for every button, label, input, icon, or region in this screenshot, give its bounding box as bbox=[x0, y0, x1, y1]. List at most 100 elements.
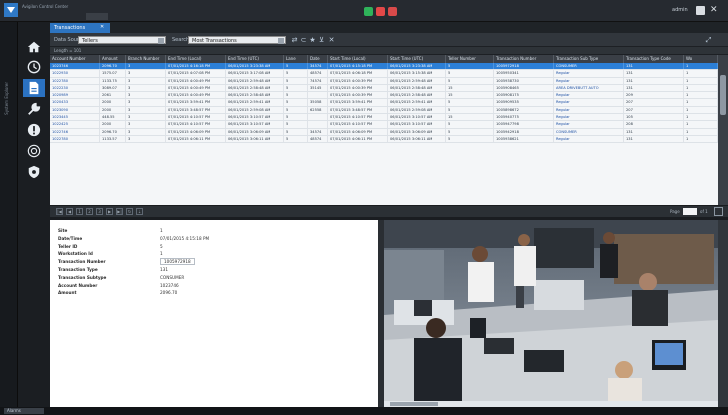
star-icon[interactable]: ★ bbox=[309, 37, 316, 44]
pager-button[interactable]: ▶| bbox=[116, 208, 123, 215]
column-header[interactable]: Amount bbox=[100, 55, 126, 63]
home-icon[interactable] bbox=[23, 38, 45, 56]
pager-button[interactable]: ◀ bbox=[66, 208, 73, 215]
table-cell: 5 bbox=[284, 92, 308, 99]
table-row[interactable]: 1022930 1575.07 3 07/01/2015 4:07:08 PM 06/0… bbox=[50, 70, 718, 78]
link-icon[interactable]: ⊂ bbox=[300, 37, 307, 44]
system-explorer-sidebar[interactable]: System Explorer bbox=[0, 22, 18, 407]
pager-button[interactable]: 3 bbox=[96, 208, 103, 215]
page-number-input[interactable] bbox=[683, 208, 697, 215]
column-header[interactable]: Transaction Sub Type bbox=[554, 55, 624, 63]
detail-row: Amount 2096.70 bbox=[58, 290, 370, 298]
expand-icon[interactable]: ⤢ bbox=[705, 37, 712, 44]
grid-scrollbar[interactable] bbox=[718, 55, 728, 205]
table-row[interactable]: 1022780 1133.75 3 07/01/2015 4:00:49 PM 06/0… bbox=[50, 77, 718, 85]
status-ok-icon[interactable] bbox=[364, 7, 373, 16]
pager-button[interactable]: ▶ bbox=[106, 208, 113, 215]
chevron-down-icon[interactable] bbox=[158, 38, 164, 44]
column-header[interactable]: Account Number bbox=[50, 55, 100, 63]
table-cell: 5 bbox=[284, 84, 308, 92]
document-tab-icon[interactable] bbox=[86, 13, 108, 20]
detail-label: Amount bbox=[58, 290, 77, 296]
sidebar-label[interactable]: System Explorer bbox=[4, 82, 9, 115]
alarms-tab[interactable]: Alarms bbox=[4, 408, 44, 414]
title-bar: Avigilon Control Center admin ✕ bbox=[0, 0, 728, 22]
table-cell: 5 bbox=[446, 121, 494, 128]
table-cell: Regular bbox=[554, 92, 624, 99]
tools-icon[interactable] bbox=[23, 100, 45, 118]
camera-scroll-thumb[interactable] bbox=[390, 402, 438, 406]
column-header[interactable]: Lane bbox=[284, 55, 308, 63]
camera-icon[interactable] bbox=[23, 142, 45, 160]
detail-value[interactable]: 1005972918 bbox=[160, 258, 195, 266]
pager-button[interactable]: ↻ bbox=[126, 208, 133, 215]
pager-button[interactable]: 1 bbox=[76, 208, 83, 215]
detail-row: Workstation Id 1 bbox=[58, 251, 370, 259]
tab-strip: Transactions ✕ bbox=[50, 22, 728, 33]
table-cell: 1575.07 bbox=[100, 70, 126, 77]
pager-button[interactable]: |◀ bbox=[56, 208, 63, 215]
table-row[interactable]: 1020433 2000 3 07/01/2015 3:59:41 PM 06/01/2… bbox=[50, 99, 718, 107]
column-header[interactable]: Wo bbox=[684, 55, 718, 63]
export-icon[interactable]: ⇄ bbox=[291, 37, 298, 44]
detail-label: Transaction Number bbox=[58, 259, 106, 265]
table-row[interactable]: 1022230 3089.07 3 07/01/2015 4:00:49 PM 06/0… bbox=[50, 84, 718, 93]
column-header[interactable]: Transaction Number bbox=[494, 55, 554, 63]
column-header[interactable]: End Time (Local) bbox=[166, 55, 226, 63]
chevron-down-icon[interactable] bbox=[278, 38, 284, 44]
alert-icon[interactable] bbox=[23, 121, 45, 139]
data-source-select[interactable]: Tellers bbox=[78, 36, 166, 44]
camera-video-view[interactable] bbox=[384, 220, 718, 407]
column-header[interactable]: Start Time (Local) bbox=[328, 55, 388, 63]
clear-filter-icon[interactable]: ✕ bbox=[328, 37, 335, 44]
table-cell: 5 bbox=[284, 128, 308, 135]
pager-button[interactable]: ⇣ bbox=[136, 208, 143, 215]
tab-close-icon[interactable]: ✕ bbox=[100, 24, 104, 30]
column-header[interactable]: Date bbox=[308, 55, 328, 63]
transaction-grid[interactable]: Account Number Amount Branch Number End Tim… bbox=[50, 55, 718, 205]
table-cell: 1 bbox=[684, 77, 718, 84]
column-header[interactable]: End Time (UTC) bbox=[226, 55, 284, 63]
table-row[interactable]: 1023445 448.55 3 07/01/2015 4:10:57 PM 06/01… bbox=[50, 114, 718, 122]
table-row[interactable]: 1020989 2061 3 07/01/2015 4:00:49 PM 06/01/2… bbox=[50, 92, 718, 100]
document-icon[interactable] bbox=[23, 79, 45, 97]
table-cell: 07/01/2015 4:00:39 PM bbox=[328, 84, 388, 92]
detail-row: Transaction Type 131 bbox=[58, 267, 370, 275]
table-cell: 131 bbox=[624, 128, 684, 135]
status-alarm-icon[interactable] bbox=[376, 7, 385, 16]
table-cell: 62558 bbox=[308, 106, 328, 114]
table-row[interactable]: 1023090 2000 3 07/01/2015 3:48:57 PM 06/01/2… bbox=[50, 106, 718, 115]
shield-icon[interactable] bbox=[23, 163, 45, 181]
table-cell: 07/01/2015 4:06:11 PM bbox=[328, 135, 388, 143]
main-panel: Transactions ✕ Data Source Tellers Searc… bbox=[50, 22, 728, 407]
scrollbar-thumb[interactable] bbox=[720, 75, 726, 115]
table-cell: 1005947798 bbox=[494, 121, 554, 128]
table-cell: 5 bbox=[284, 63, 308, 70]
filter-icon[interactable]: ⊻ bbox=[318, 37, 325, 44]
table-row[interactable]: 1022780 1133.57 3 07/01/2015 4:06:11 PM 06/0… bbox=[50, 135, 718, 144]
column-header[interactable]: Branch Number bbox=[126, 55, 166, 63]
table-cell: 5 bbox=[284, 135, 308, 143]
status-warning-icon[interactable] bbox=[388, 7, 397, 16]
search-label: Search bbox=[172, 37, 190, 43]
user-name[interactable]: admin bbox=[672, 7, 688, 13]
settings-icon[interactable] bbox=[696, 6, 705, 15]
clock-icon[interactable] bbox=[23, 58, 45, 76]
detail-value: 1023746 bbox=[160, 282, 179, 288]
search-select[interactable]: Most Transactions bbox=[188, 36, 286, 44]
column-header[interactable]: Start Time (UTC) bbox=[388, 55, 446, 63]
detail-toggle-icon[interactable] bbox=[714, 207, 723, 216]
table-cell: 06/01/2015 2:59:48 AM bbox=[226, 77, 284, 84]
table-cell: 1005938730 bbox=[494, 77, 554, 84]
table-cell: 07/01/2015 4:00:49 PM bbox=[166, 84, 226, 92]
table-row[interactable]: 1022425 2000 3 07/01/2015 4:10:57 PM 06/01/2… bbox=[50, 121, 718, 129]
table-cell: 06/01/2015 2:59:41 AM bbox=[226, 99, 284, 106]
table-cell: Regular bbox=[554, 106, 624, 114]
close-icon[interactable]: ✕ bbox=[710, 6, 719, 15]
table-cell: 105 bbox=[624, 114, 684, 121]
column-header[interactable]: Teller Number bbox=[446, 55, 494, 63]
column-header[interactable]: Transaction Type Code bbox=[624, 55, 684, 63]
pager-button[interactable]: 2 bbox=[86, 208, 93, 215]
table-row[interactable]: 1022746 2096.70 3 07/01/2015 4:06:09 PM 06/0… bbox=[50, 128, 718, 136]
table-row[interactable]: 1023746 2096.70 3 07/01/2015 4:16:18 PM 06/0… bbox=[50, 63, 718, 71]
